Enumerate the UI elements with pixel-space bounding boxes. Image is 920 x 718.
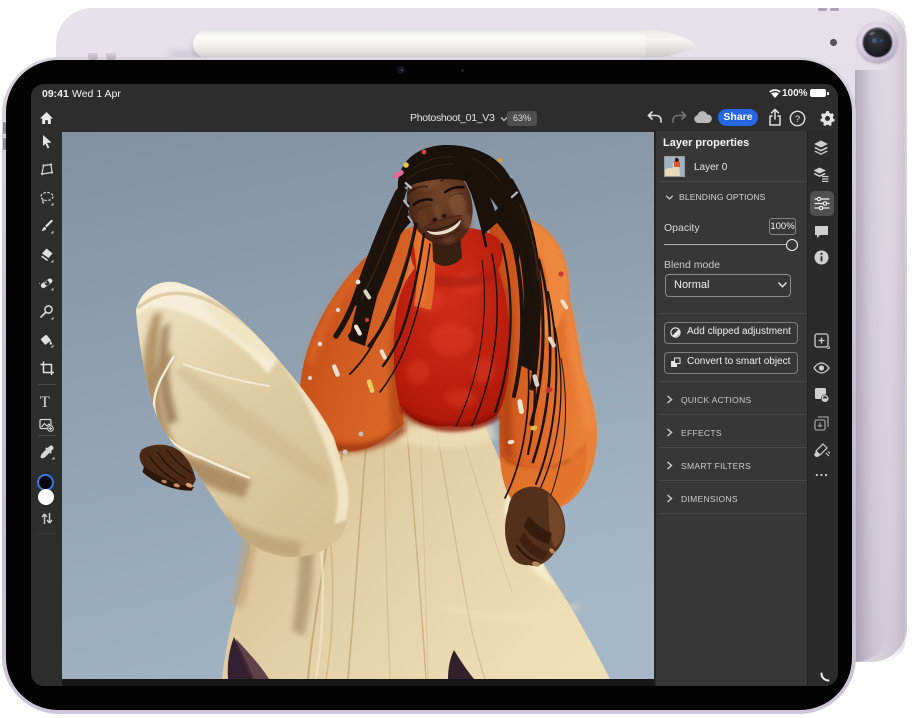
svg-text:?: ? (795, 114, 800, 125)
